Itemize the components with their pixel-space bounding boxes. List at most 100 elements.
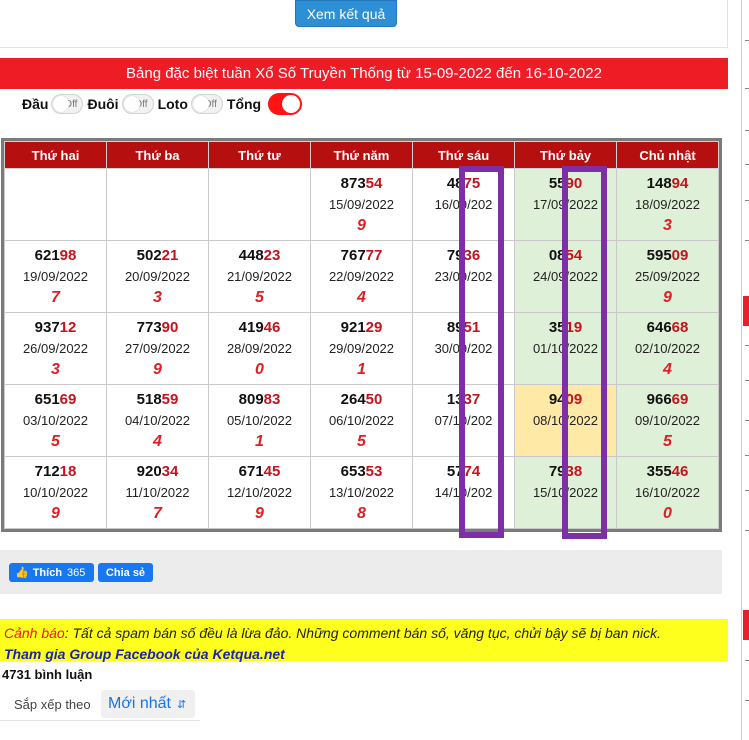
warning-label: Cảnh báo <box>4 625 65 641</box>
result-number: 80983 <box>209 391 310 413</box>
column-header: Chủ nhật <box>616 141 719 169</box>
result-number: 26450 <box>311 391 412 413</box>
facebook-like-button[interactable]: 👍 Thích 365 <box>9 563 94 582</box>
facebook-share-button[interactable]: Chia sẻ <box>98 563 153 582</box>
result-sum: 9 <box>663 289 672 306</box>
result-cell: 26450 06/10/2022 5 <box>310 384 413 457</box>
result-cell <box>106 168 209 241</box>
result-date: 19/09/2022 <box>22 269 89 284</box>
result-number: 64668 <box>617 319 718 341</box>
result-cell: 35546 16/10/2022 0 <box>616 456 719 529</box>
facebook-group-link[interactable]: Tham gia Group Facebook của Ketqua.net <box>4 644 724 665</box>
number-tail: 69 <box>59 391 77 408</box>
result-sum: 5 <box>255 289 264 306</box>
column-header: Thứ năm <box>310 141 413 169</box>
result-date: 05/10/2022 <box>226 413 293 428</box>
result-sum: 9 <box>255 505 264 522</box>
number-head: 502 <box>136 247 162 264</box>
number-tail: 59 <box>161 391 179 408</box>
result-number: 44823 <box>209 247 310 269</box>
number-head: 767 <box>340 247 366 264</box>
result-cell: 50221 20/09/2022 3 <box>106 240 209 313</box>
result-number: 67145 <box>209 463 310 485</box>
column-header: Thứ hai <box>4 141 107 169</box>
result-cell: 96669 09/10/2022 5 <box>616 384 719 457</box>
number-tail: 12 <box>59 319 77 336</box>
like-count: 365 <box>67 566 86 579</box>
result-date: 03/10/2022 <box>22 413 89 428</box>
result-date: 04/10/2022 <box>124 413 191 428</box>
result-sum: 4 <box>663 361 672 378</box>
result-sum: 7 <box>153 505 162 522</box>
highlight-box-friday <box>459 166 504 538</box>
sort-value: Mới nhất <box>108 695 171 712</box>
result-cell <box>4 168 107 241</box>
result-number: 14894 <box>617 175 718 197</box>
result-date: 12/10/2022 <box>226 485 293 500</box>
number-tail: 18 <box>59 463 77 480</box>
result-sum: 7 <box>51 289 60 306</box>
number-head: 518 <box>136 391 162 408</box>
thumbs-up-icon: 👍 <box>15 567 29 579</box>
number-head: 921 <box>340 319 366 336</box>
number-head: 873 <box>340 175 366 192</box>
column-header: Thứ tư <box>208 141 311 169</box>
result-sum: 9 <box>51 505 60 522</box>
number-head: 355 <box>646 463 672 480</box>
table-title: Bảng đặc biệt tuần Xổ Số Truyền Thống từ… <box>0 58 728 89</box>
result-number: 51859 <box>107 391 208 413</box>
result-sum: 9 <box>153 361 162 378</box>
toggle-tong[interactable] <box>268 93 303 115</box>
result-number: 92034 <box>107 463 208 485</box>
sort-label: Sắp xếp theo <box>14 697 91 712</box>
result-date: 21/09/2022 <box>226 269 293 284</box>
number-head: 621 <box>34 247 60 264</box>
result-date: 13/10/2022 <box>328 485 395 500</box>
table-row: 65169 03/10/2022 5 51859 04/10/2022 4 80983 05/… <box>4 384 719 457</box>
result-cell: 44823 21/09/2022 5 <box>208 240 311 313</box>
result-date <box>5 197 106 217</box>
result-date: 11/10/2022 <box>125 485 190 500</box>
number-tail: 53 <box>365 463 383 480</box>
number-head: 651 <box>34 391 60 408</box>
result-cell: 65169 03/10/2022 5 <box>4 384 107 457</box>
result-date: 25/09/2022 <box>634 269 701 284</box>
result-sum: 3 <box>663 217 672 234</box>
toggle-duoi[interactable]: Off <box>121 94 154 114</box>
result-sum: 4 <box>357 289 366 306</box>
result-date: 27/09/2022 <box>124 341 191 356</box>
result-sum: 8 <box>357 505 366 522</box>
number-head: 966 <box>646 391 672 408</box>
number-head: 653 <box>340 463 366 480</box>
number-tail: 23 <box>263 247 281 264</box>
result-cell: 59509 25/09/2022 9 <box>616 240 719 313</box>
result-number: 62198 <box>5 247 106 269</box>
result-sum: 1 <box>357 361 366 378</box>
number-tail: 34 <box>161 463 179 480</box>
result-cell: 71218 10/10/2022 9 <box>4 456 107 529</box>
sort-select[interactable]: Mới nhất ⇵ <box>101 690 195 718</box>
result-date: 26/09/2022 <box>22 341 89 356</box>
view-result-button[interactable]: Xem kết quả <box>295 0 397 27</box>
result-cell: 64668 02/10/2022 4 <box>616 312 719 385</box>
result-date: 18/09/2022 <box>634 197 701 212</box>
toggle-loto[interactable]: Off <box>190 94 223 114</box>
like-label: Thích <box>32 566 63 579</box>
toggle-dau-label: Đầu <box>22 96 49 112</box>
number-tail: 46 <box>263 319 281 336</box>
number-tail: 83 <box>263 391 281 408</box>
result-number <box>209 175 310 197</box>
result-number: 96669 <box>617 391 718 413</box>
number-tail: 45 <box>263 463 281 480</box>
number-tail: 90 <box>161 319 179 336</box>
toggle-dau[interactable]: Off <box>51 94 84 114</box>
number-tail: 98 <box>59 247 77 264</box>
result-number: 92129 <box>311 319 412 341</box>
result-cell: 76777 22/09/2022 4 <box>310 240 413 313</box>
number-head: 773 <box>136 319 162 336</box>
result-date: 02/10/2022 <box>634 341 701 356</box>
number-head: 448 <box>238 247 264 264</box>
number-tail: 46 <box>671 463 689 480</box>
table-row: 93712 26/09/2022 3 77390 27/09/2022 9 41946 28/… <box>4 312 719 385</box>
result-date: 28/09/2022 <box>226 341 293 356</box>
